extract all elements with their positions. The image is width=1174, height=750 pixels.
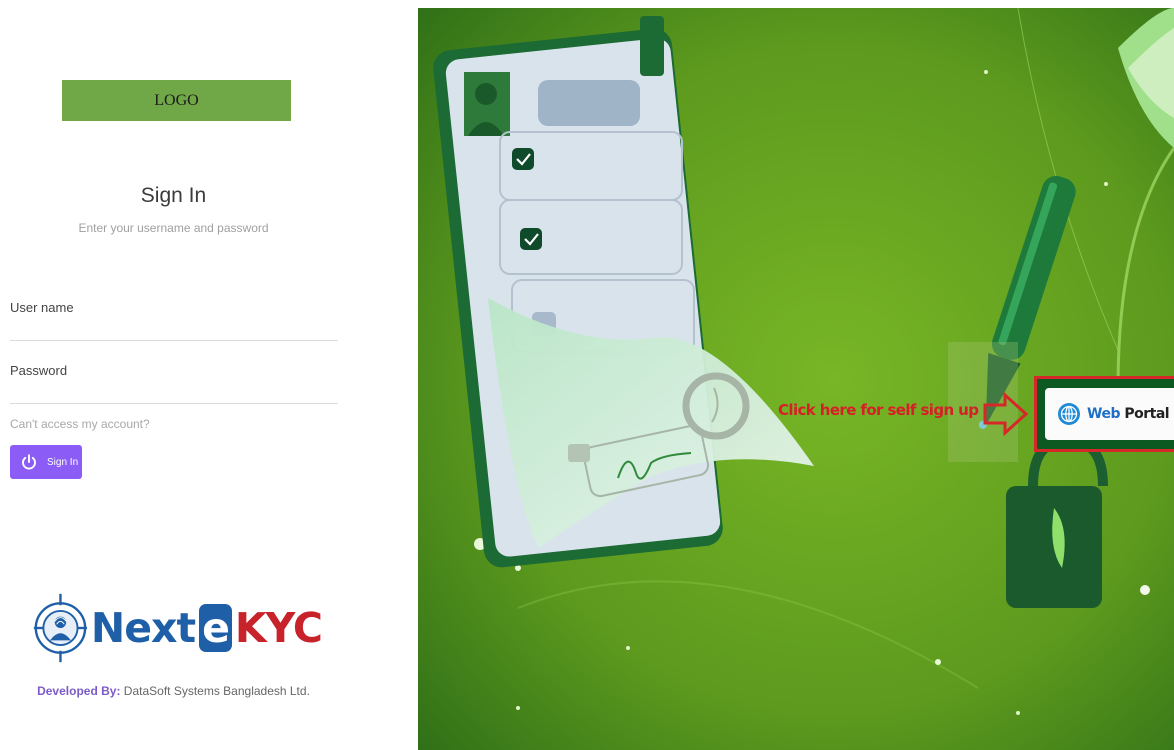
brand-name: Next e KYC xyxy=(90,604,323,652)
page-subtitle: Enter your username and password xyxy=(78,221,269,235)
globe-icon xyxy=(1058,403,1080,425)
self-signup-callout: Click here for self sign up xyxy=(778,401,979,419)
web-portal-highlight[interactable]: Web Portal xyxy=(1034,376,1174,452)
web-portal-label-portal: Portal xyxy=(1124,406,1170,422)
sign-in-label: Sign In xyxy=(47,456,79,468)
cant-access-link[interactable]: Can't access my account? xyxy=(10,417,150,431)
login-panel: LOGO Sign In Enter your username and pas… xyxy=(0,0,418,750)
logo-placeholder: LOGO xyxy=(62,80,291,121)
logo-text: LOGO xyxy=(154,91,199,109)
web-portal-label-web: Web xyxy=(1087,406,1120,422)
sign-in-button[interactable]: Sign In xyxy=(10,445,82,479)
password-label: Password xyxy=(10,363,68,378)
page-title: Sign In xyxy=(140,184,207,207)
power-icon xyxy=(22,454,36,470)
arrow-right-icon xyxy=(983,392,1029,436)
password-input[interactable] xyxy=(10,379,338,404)
developed-by-label: Developed By: xyxy=(37,684,121,698)
username-input[interactable] xyxy=(10,316,338,341)
hero-panel: Click here for self sign up Web Portal xyxy=(418,8,1174,750)
web-portal-button[interactable]: Web Portal xyxy=(1045,388,1174,440)
fingerprint-user-icon xyxy=(33,593,88,663)
developer-name: DataSoft Systems Bangladesh Ltd. xyxy=(123,684,310,698)
web-portal-label: Web Portal xyxy=(1087,406,1170,422)
brand-name-e: e xyxy=(199,604,232,652)
brand-name-kyc: KYC xyxy=(234,604,323,652)
username-label: User name xyxy=(10,300,74,315)
brand-logo: Next e KYC xyxy=(32,588,323,668)
brand-name-next: Next xyxy=(90,604,196,652)
developer-credit: Developed By: DataSoft Systems Banglades… xyxy=(0,684,347,698)
